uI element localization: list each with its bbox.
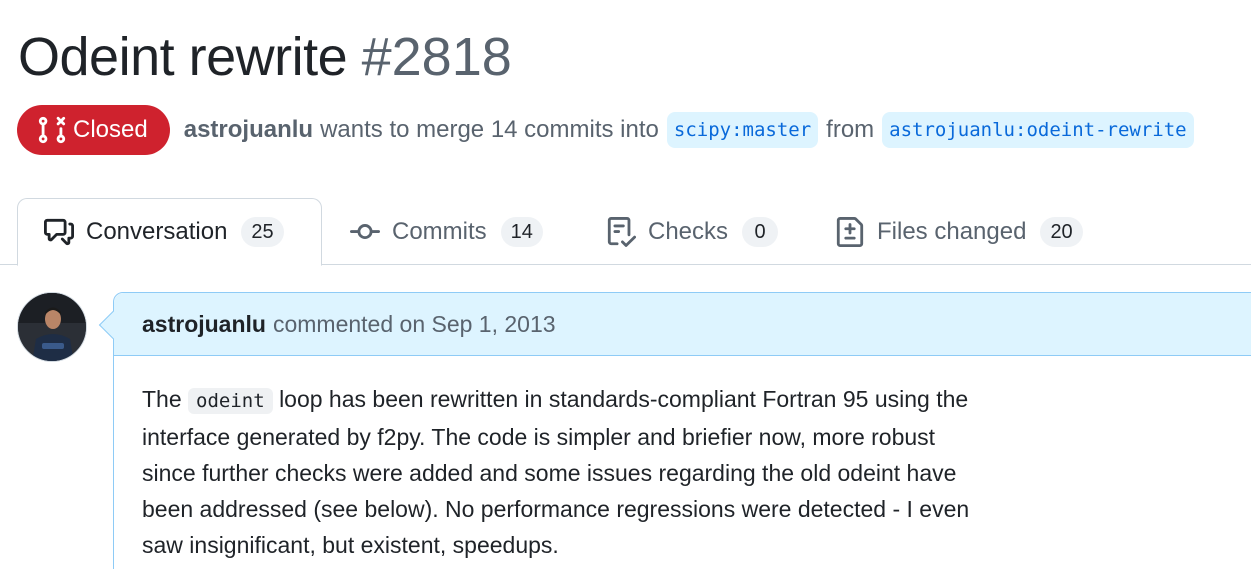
tab-commits-label: Commits <box>392 217 487 245</box>
pr-number: #2818 <box>361 27 512 87</box>
pr-title-row: Odeint rewrite #2818 <box>18 26 512 88</box>
comment-body: The odeint loop has been rewritten in st… <box>114 356 1014 569</box>
pr-meta: Closed astrojuanlu wants to merge 14 com… <box>17 105 1202 155</box>
tab-checks[interactable]: Checks 0 <box>606 198 779 265</box>
comment-author-link[interactable]: astrojuanlu <box>142 311 266 338</box>
tab-conversation[interactable]: Conversation 25 <box>17 198 322 266</box>
state-label: Closed <box>73 116 148 143</box>
merge-description: astrojuanlu wants to merge 14 commits in… <box>184 112 1202 148</box>
base-branch[interactable]: scipy:master <box>666 112 819 148</box>
tab-files-changed-label: Files changed <box>877 217 1027 245</box>
tab-commits-count: 14 <box>500 216 543 247</box>
tab-commits[interactable]: Commits 14 <box>350 198 543 265</box>
checklist-icon <box>606 216 636 247</box>
inline-code: odeint <box>188 388 273 414</box>
state-badge: Closed <box>17 105 170 155</box>
head-branch[interactable]: astrojuanlu:odeint-rewrite <box>882 112 1194 148</box>
comment-text-prefix: The <box>142 386 182 412</box>
comment-timestamp[interactable]: commented on Sep 1, 2013 <box>273 311 556 338</box>
merge-text: wants to merge 14 commits into <box>320 116 659 143</box>
tab-conversation-label: Conversation <box>86 218 228 245</box>
tab-files-changed-count: 20 <box>1040 216 1083 247</box>
pr-title: Odeint rewrite <box>18 27 348 87</box>
comment-header: astrojuanlu commented on Sep 1, 2013 <box>114 293 1251 356</box>
comment-card: astrojuanlu commented on Sep 1, 2013 The… <box>98 292 1251 569</box>
git-commit-icon <box>350 217 380 247</box>
tab-files-changed[interactable]: Files changed 20 <box>835 198 1083 265</box>
comment-discussion-icon <box>44 217 74 247</box>
tab-conversation-count: 25 <box>241 217 284 247</box>
from-text: from <box>826 116 875 143</box>
pr-author-link[interactable]: astrojuanlu <box>184 116 313 144</box>
file-diff-icon <box>835 216 865 247</box>
git-pull-request-closed-icon <box>37 115 73 145</box>
avatar[interactable] <box>17 292 87 362</box>
tab-checks-count: 0 <box>742 216 779 247</box>
pr-tabs: Conversation 25 Commits 14 Checks 0 File… <box>0 198 1251 266</box>
tab-checks-label: Checks <box>648 217 729 245</box>
